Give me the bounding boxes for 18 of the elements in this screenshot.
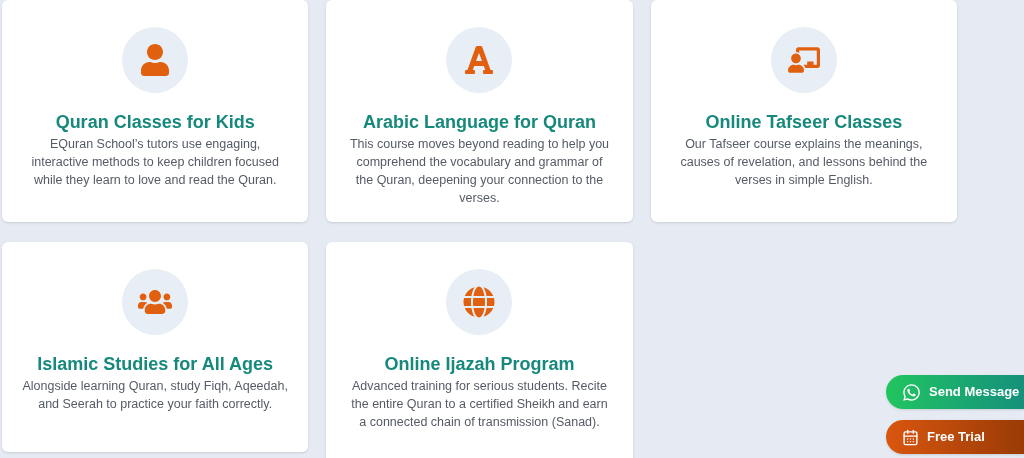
whatsapp-icon	[902, 382, 921, 402]
teacher-board-icon	[787, 44, 820, 76]
course-title: Islamic Studies for All Ages	[37, 353, 274, 375]
course-description: Advanced training for serious students. Recite the entire Quran to a certified Sheikh and earn a connected chain of transmission (Sanad).	[350, 378, 609, 431]
course-description: This course moves beyond reading to help you comprehend the vocabulary and grammar of the Quran, deepening your connection to the verses.	[348, 136, 611, 207]
globe-icon	[463, 286, 496, 318]
course-title: Online Ijazah Program	[384, 353, 575, 375]
calendar-icon	[902, 428, 919, 446]
course-description: Alongside learning Quran, study Fiqh, Aqeedah, and Seerah to practice your faith correctly.	[22, 378, 289, 413]
person-icon	[139, 44, 172, 76]
course-title: Online Tafseer Classes	[705, 111, 903, 133]
course-description: EQuran School’s tutors use engaging, interactive methods to keep children focused while they learn to love and read the Quran.	[30, 136, 280, 189]
course-title: Arabic Language for Quran	[362, 111, 596, 133]
free-trial-button[interactable]: Free Trial	[886, 420, 1024, 454]
send-message-button[interactable]: Send Message	[886, 375, 1024, 409]
course-title: Quran Classes for Kids	[55, 111, 255, 133]
letter-icon	[463, 44, 496, 76]
course-description: Our Tafseer course explains the meanings, causes of revelation, and lessons behind the verses in simple English.	[679, 136, 929, 189]
